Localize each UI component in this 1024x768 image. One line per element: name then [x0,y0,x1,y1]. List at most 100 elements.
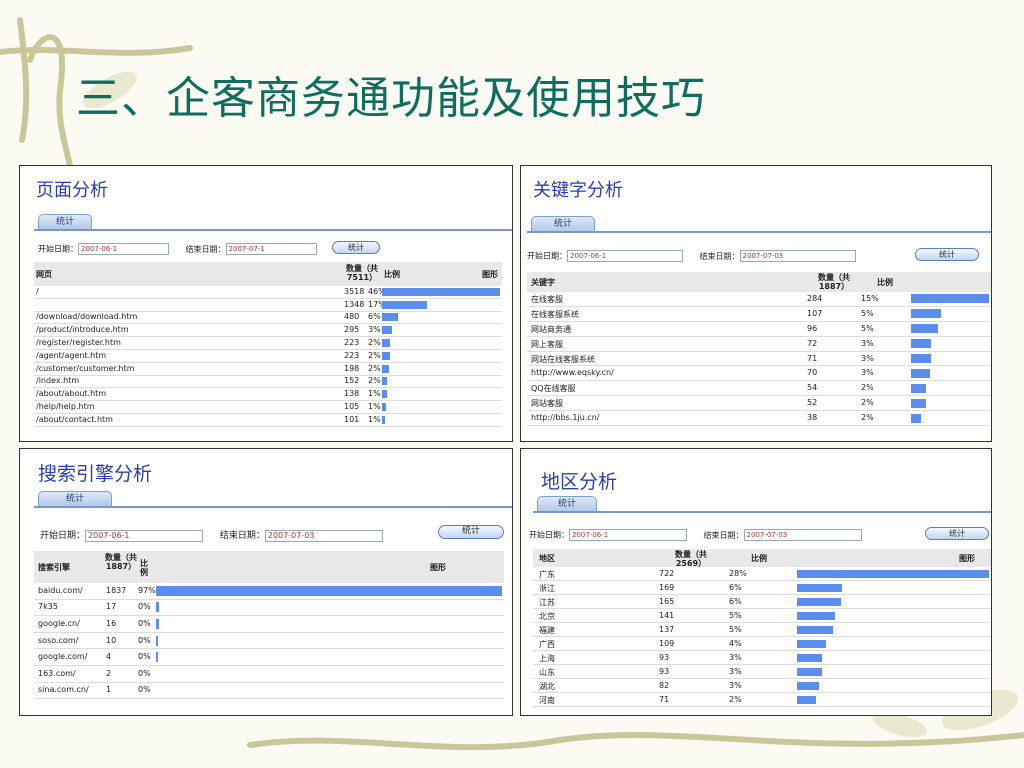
end-date-field[interactable]: 2007-07-03 [264,529,383,542]
table-row: 网站在线客服系统 71 3% [527,352,991,367]
start-date-field[interactable]: 2007-06-1 [569,529,687,541]
table-row: 广东 722 28% [533,567,991,581]
tab-stats[interactable]: 统计 [38,491,112,507]
row-ratio: 3% [729,652,742,662]
row-name: 山东 [539,667,555,677]
panel-title: 页面分析 [36,180,108,201]
stats-button[interactable]: 统计 [925,527,989,540]
row-ratio: 4% [729,638,742,648]
slide-title: 三、企客商务通功能及使用技巧 [76,73,706,124]
tab-stats[interactable]: 统计 [537,496,597,512]
col-header-count: 数量（共1887） [105,553,137,571]
row-count: 93 [659,666,670,676]
table-row: baidu.com/1837 97% [34,583,504,600]
table-row: 江苏 165 6% [533,595,991,609]
end-date-field[interactable]: 2007-07-03 [739,250,856,262]
table-row: 广西 109 4% [533,637,991,651]
row-count: 1 [106,685,112,695]
row-count: 54 [807,383,818,393]
row-ratio: 2% [729,694,742,704]
row-ratio: 0% [138,635,151,645]
panel-title: 地区分析 [541,471,618,493]
start-date-field[interactable]: 2007-06-1 [85,529,204,542]
row-name: 广西 [539,639,555,649]
row-count: 165 [659,596,675,606]
end-date-field[interactable]: 2007-07-03 [743,529,862,541]
table-row: 湖北 82 3% [533,679,991,693]
stats-button[interactable]: 统计 [438,525,504,539]
tab-stats[interactable]: 统计 [38,214,92,230]
tab-stats[interactable]: 统计 [531,216,595,232]
row-ratio: 3% [729,680,742,690]
row-ratio: 3% [861,353,874,363]
row-name: baidu.com/ [38,585,83,595]
row-name: 网站客服 [531,399,563,409]
col-header-ratio: 比例 [140,559,148,577]
row-ratio: 1% [368,414,381,424]
row-count: 72 [807,338,818,348]
start-date-field[interactable]: 2007-06-1 [78,243,169,255]
ratio-bar [911,368,930,378]
row-ratio: 3% [861,338,874,348]
row-name: /product/introduce.htm [36,325,129,335]
page-analysis-panel: 页面分析 统计 开始日期： 2007-06-1 结束日期： 2007-07-1 统计… [19,165,513,442]
table-header: 网页 数量（共7511） 比例 图形 [34,262,502,286]
row-count: 169 [659,582,675,592]
row-ratio: 2% [368,363,381,373]
row-name: QQ在线客服 [531,384,576,394]
stats-button[interactable]: 统计 [332,241,380,254]
row-count: 70 [807,368,818,378]
row-name: google.cn/ [38,618,80,628]
ratio-bar [911,354,931,364]
row-name: soso.com/ [38,635,79,645]
ratio-bar [382,351,390,360]
row-ratio: 1% [368,389,381,399]
start-date-field[interactable]: 2007-06-1 [567,250,683,262]
row-count: 141 [659,610,675,620]
row-count: 480 [344,312,360,322]
end-date-label: 结束日期： [699,251,740,261]
row-ratio: 2% [368,376,381,386]
row-count: 96 [807,323,818,333]
row-count: 223 [344,338,360,348]
tab-divider [533,511,991,513]
row-ratio: 5% [861,308,874,318]
ratio-bar [911,383,926,393]
tab-divider [34,506,512,508]
row-count: 722 [659,568,675,578]
row-name: 在线客服 [531,294,563,304]
row-count: 137 [659,624,675,634]
ratio-bar [797,583,842,592]
end-date-field[interactable]: 2007-07-1 [225,243,317,255]
row-ratio: 3% [368,325,381,335]
stats-button[interactable]: 统计 [915,248,979,261]
row-count: 93 [659,652,670,662]
row-ratio: 5% [861,323,874,333]
ratio-bar [797,653,822,662]
row-name: 浙江 [539,583,555,593]
col-header-ratio: 比例 [751,554,767,563]
ratio-bar [156,585,502,596]
row-ratio: 2% [368,338,381,348]
row-name: 河南 [539,695,555,705]
ratio-bar [382,339,390,348]
row-count: 17 [106,602,117,612]
row-ratio: 2% [368,350,381,360]
table-row: 网上客服 72 3% [527,337,991,352]
row-name: /register/register.htm [36,338,121,348]
ratio-bar [911,309,941,319]
col-header-region: 地区 [539,554,555,563]
ratio-bar [382,377,387,386]
row-ratio: 0% [138,618,151,628]
tab-divider [527,231,991,233]
row-count: 152 [344,376,360,386]
table-row: 河南 71 2% [533,693,991,707]
table-row: /customer/customer.htm 198 2% [34,363,502,376]
row-count: 198 [344,363,360,373]
end-date-label: 结束日期： [703,530,744,540]
ratio-bar [911,339,931,349]
table-row: QQ在线客服 54 2% [527,381,991,397]
keyword-analysis-panel: 关键字分析 统计 开始日期： 2007-06-1 结束日期： 2007-07-03 … [520,165,992,442]
row-count: 138 [344,389,360,399]
table-row: soso.com/10 0% [34,633,504,650]
